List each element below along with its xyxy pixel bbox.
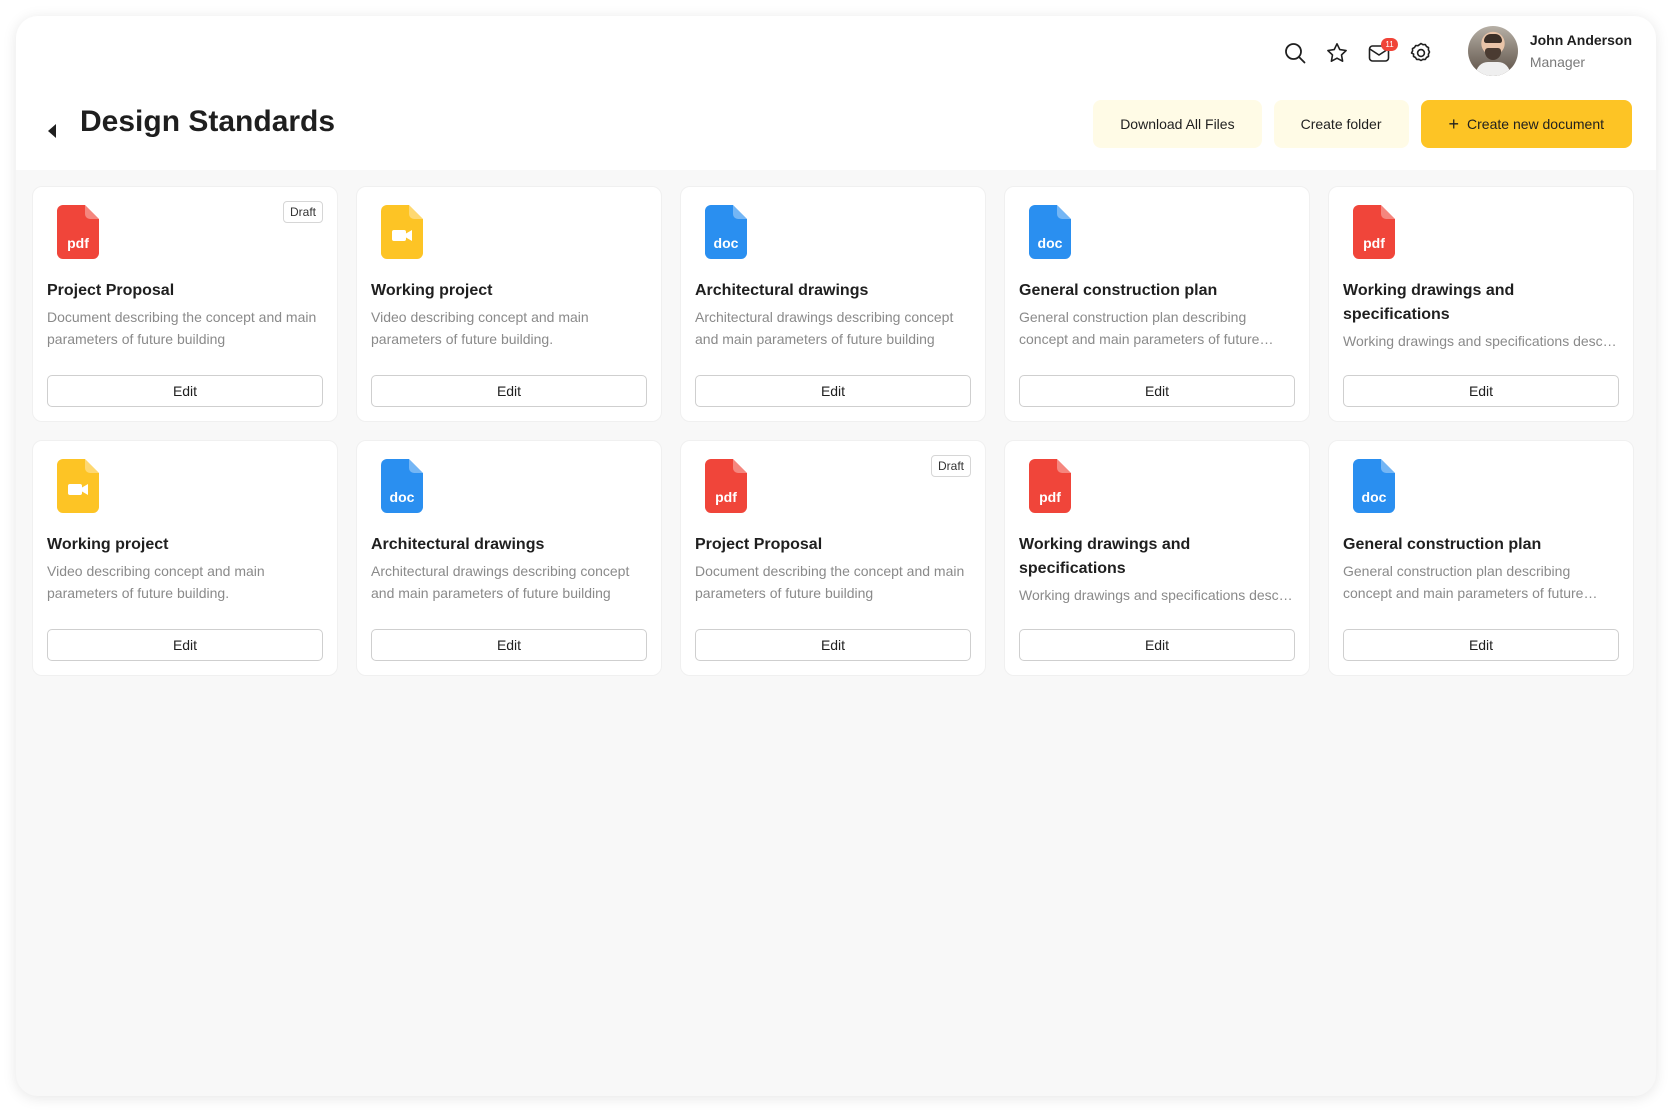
- card-title: General construction plan: [1343, 536, 1542, 553]
- document-card[interactable]: doc Architectural drawings Architectural…: [356, 440, 662, 676]
- file-extension: pdf: [67, 235, 89, 251]
- document-card[interactable]: pdf Draft Project Proposal Document desc…: [680, 440, 986, 676]
- doc-file-icon: doc: [1029, 205, 1071, 259]
- edit-button[interactable]: Edit: [1343, 629, 1619, 661]
- create-folder-label: Create folder: [1300, 116, 1382, 132]
- document-card[interactable]: doc General construction plan General co…: [1328, 440, 1634, 676]
- file-extension: doc: [389, 489, 415, 505]
- document-card[interactable]: pdf Draft Project Proposal Document desc…: [32, 186, 338, 422]
- doc-file-icon: doc: [381, 459, 423, 513]
- edit-button[interactable]: Edit: [371, 375, 647, 407]
- edit-button[interactable]: Edit: [695, 375, 971, 407]
- edit-button[interactable]: Edit: [695, 629, 971, 661]
- file-extension: pdf: [1039, 489, 1061, 505]
- pdf-file-icon: pdf: [1029, 459, 1071, 513]
- edit-button[interactable]: Edit: [47, 629, 323, 661]
- edit-button[interactable]: Edit: [1343, 375, 1619, 407]
- edit-button[interactable]: Edit: [371, 629, 647, 661]
- card-description: General construction plan describing con…: [1019, 309, 1260, 347]
- document-card[interactable]: Working project Video describing concept…: [356, 186, 662, 422]
- card-description: Architectural drawings describing concep…: [695, 309, 954, 347]
- star-icon[interactable]: [1322, 38, 1352, 68]
- draft-badge: Draft: [282, 201, 323, 223]
- document-card[interactable]: doc Architectural drawings Architectural…: [680, 186, 986, 422]
- user-role: Manager: [1529, 54, 1586, 70]
- edit-button[interactable]: Edit: [47, 375, 323, 407]
- notification-badge: 11: [1381, 38, 1398, 51]
- doc-file-icon: doc: [705, 205, 747, 259]
- pdf-file-icon: pdf: [1353, 205, 1395, 259]
- download-all-button[interactable]: Download All Files: [1093, 100, 1262, 148]
- edit-button[interactable]: Edit: [1019, 375, 1295, 407]
- card-title: Project Proposal: [695, 536, 823, 553]
- document-grid: pdf Draft Project Proposal Document desc…: [32, 186, 1634, 676]
- card-title: Project Proposal: [47, 282, 175, 299]
- topbar-icons: 11: [1280, 38, 1436, 68]
- card-title: Architectural drawings: [695, 282, 869, 299]
- file-extension: doc: [1361, 489, 1387, 505]
- doc-file-icon: doc: [1353, 459, 1395, 513]
- document-card[interactable]: doc General construction plan General co…: [1004, 186, 1310, 422]
- inbox-icon[interactable]: 11: [1364, 38, 1398, 68]
- card-description: Working drawings and specifications desc…: [1019, 587, 1295, 603]
- card-title: Architectural drawings: [371, 536, 545, 553]
- user-profile[interactable]: John Anderson Manager: [1467, 26, 1632, 76]
- page-title: Design Standards: [80, 105, 336, 138]
- file-extension: doc: [713, 235, 739, 251]
- card-description: Video describing concept and main parame…: [47, 563, 265, 601]
- card-description: Document describing the concept and main…: [695, 563, 965, 601]
- back-arrow-icon[interactable]: [46, 121, 60, 141]
- file-extension: doc: [1037, 235, 1063, 251]
- gear-icon[interactable]: [1406, 38, 1436, 68]
- card-description: Document describing the concept and main…: [47, 309, 317, 347]
- search-icon[interactable]: [1280, 38, 1310, 68]
- app-window: 11 John Anderson Manager Design Standard…: [16, 16, 1656, 1096]
- user-name: John Anderson: [1529, 32, 1632, 48]
- document-card[interactable]: pdf Working drawings and specifications …: [1328, 186, 1634, 422]
- pdf-file-icon: pdf: [57, 205, 99, 259]
- draft-badge: Draft: [930, 455, 971, 477]
- card-title: General construction plan: [1019, 282, 1218, 299]
- card-title: Working drawings and specifications: [1343, 282, 1515, 323]
- card-title: Working project: [371, 282, 493, 299]
- card-description: Video describing concept and main parame…: [371, 309, 589, 347]
- create-document-label: Create new document: [1467, 116, 1604, 132]
- download-all-label: Download All Files: [1120, 116, 1235, 132]
- card-title: Working project: [47, 536, 169, 553]
- video-file-icon: [381, 205, 423, 259]
- page-header: 11 John Anderson Manager Design Standard…: [16, 16, 1656, 170]
- create-folder-button[interactable]: Create folder: [1273, 100, 1409, 148]
- file-extension: pdf: [715, 489, 737, 505]
- video-file-icon: [57, 459, 99, 513]
- card-description: Working drawings and specifications desc…: [1343, 333, 1619, 349]
- document-card[interactable]: Working project Video describing concept…: [32, 440, 338, 676]
- create-document-button[interactable]: + Create new document: [1420, 100, 1632, 148]
- card-description: Architectural drawings describing concep…: [371, 563, 630, 601]
- card-description: General construction plan describing con…: [1343, 563, 1584, 601]
- pdf-file-icon: pdf: [705, 459, 747, 513]
- avatar[interactable]: [1467, 26, 1518, 76]
- document-card[interactable]: pdf Working drawings and specifications …: [1004, 440, 1310, 676]
- file-extension: pdf: [1363, 235, 1385, 251]
- card-title: Working drawings and specifications: [1019, 536, 1191, 577]
- plus-icon: +: [1448, 114, 1460, 134]
- edit-button[interactable]: Edit: [1019, 629, 1295, 661]
- header-actions: Download All Files Create folder + Creat…: [1093, 100, 1632, 148]
